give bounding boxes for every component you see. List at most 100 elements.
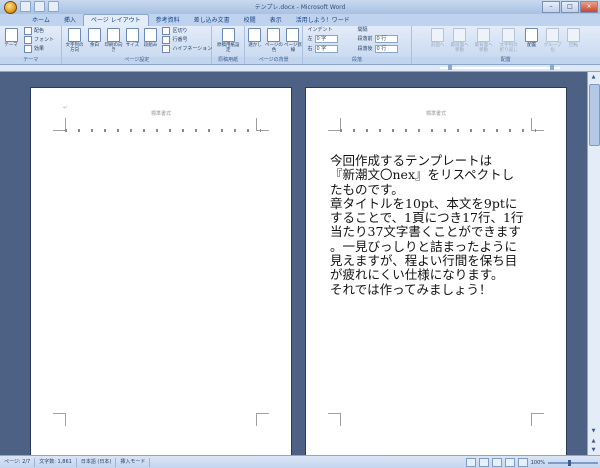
status-insert-mode[interactable]: 挿入モード [116,457,151,467]
bring-forward-button[interactable]: 最前面へ移動 [450,28,470,53]
scroll-down-icon[interactable]: ▼ [589,427,598,435]
orientation-label: 印刷の向き [104,43,123,53]
next-page-icon[interactable]: ▼ [589,446,598,454]
vertical-scrollbar[interactable]: ▲ ▼ ▲ ▼ [587,72,600,455]
tab-mailings[interactable]: 差し込み文書 [187,15,237,26]
page-color-icon [267,28,281,42]
line-numbers-button[interactable]: 行番号 [162,36,188,44]
rotate-label: 回転 [569,43,579,48]
close-button[interactable]: × [580,1,598,13]
web-layout-view-icon[interactable] [491,458,502,467]
bring-forward-label: 最前面へ移動 [450,43,469,53]
page-color-label: ページの色 [265,43,283,53]
breaks-button[interactable]: 区切り [162,27,188,35]
horizontal-ruler[interactable] [0,65,600,72]
bring-front-icon [431,28,445,42]
page-borders-icon [286,28,300,42]
scroll-up-icon[interactable]: ▲ [589,73,598,81]
watermark-button[interactable]: 透かし [247,28,263,48]
zoom-slider[interactable] [548,459,598,466]
group-label-background: ページの背景 [244,57,303,64]
size-button[interactable]: サイズ [124,28,140,48]
wrap-text-button[interactable]: 文字列の折り返し [498,28,520,53]
margins-label: 余白 [89,43,99,48]
scrollbar-thumb[interactable] [589,84,600,146]
margins-button[interactable]: 余白 [86,28,102,48]
fonts-button[interactable]: フォント [24,36,54,44]
tab-addin[interactable]: 活用しよう！ワード [289,15,357,26]
minimize-button[interactable]: – [542,1,560,13]
ruler-left-indent-marker[interactable] [448,65,452,70]
theme-button-label: テーマ [4,43,18,48]
hyphenation-button[interactable]: ハイフネーション [162,45,212,53]
spacing-after-spinner[interactable]: 0 行 [374,45,398,53]
page-left[interactable]: ↵ 標準書式 [30,87,292,457]
window-title: テンプレ.docx - Microsoft Word [254,4,346,11]
indent-right-row: 右 0 字 [307,45,338,53]
tab-insert[interactable]: 挿入 [57,15,83,26]
text-direction-button[interactable]: 文字列の方向 [64,28,84,53]
status-language[interactable]: 日本語 (日本) [77,457,117,467]
status-word-count[interactable]: 文字数: 1,861 [35,457,77,467]
spacing-title: 間隔 [357,27,368,33]
grid-marks-row [340,129,536,132]
wrap-text-label: 文字列の折り返し [499,43,518,53]
tab-view[interactable]: 表示 [263,15,289,26]
breaks-icon [162,27,171,35]
columns-icon [143,28,157,42]
colors-icon [24,27,32,35]
effects-button[interactable]: 効果 [24,45,44,53]
status-bar: ページ: 2/7 文字数: 1,861 日本語 (日本) 挿入モード 100% [0,455,600,468]
text-direction-label: 文字列の方向 [65,43,84,53]
group-objects-button[interactable]: グループ化 [544,28,562,53]
group-background: 透かし ページの色 ページ罫線 ページの背景 [244,26,304,64]
crop-mark-bottom-left [328,413,341,426]
group-paragraph: インデント 左 0 字 右 0 字 間隔 段落前 0 行 段落後 0 行 段落 [303,26,412,64]
tab-home[interactable]: ホーム [25,15,57,26]
crop-mark-bottom-right [531,413,544,426]
indent-right-spinner[interactable]: 0 字 [314,45,338,53]
spacing-before-label: 段落前 [357,36,373,42]
draft-view-icon[interactable] [517,458,528,467]
full-screen-view-icon[interactable] [478,458,489,467]
page-right[interactable]: 標準書式 今回作成するテンプレートは 『新潮文〇nex』をリスペクトし たもので… [305,87,567,457]
spacing-before-row: 段落前 0 行 [357,35,398,43]
print-layout-view-icon[interactable] [465,458,476,467]
colors-button[interactable]: 配色 [24,27,44,35]
zoom-level[interactable]: 100% [531,460,545,466]
maximize-button[interactable]: □ [561,1,579,13]
grid-marks-row [65,129,261,132]
align-icon [525,28,539,42]
indent-left-row: 左 0 字 [307,35,338,43]
page-header-text: 標準書式 [150,111,171,117]
page-borders-button[interactable]: ページ罫線 [284,28,302,53]
group-objects-label: グループ化 [543,43,562,53]
tab-references[interactable]: 参考資料 [149,15,187,26]
ruler-right-indent-marker[interactable] [550,65,554,70]
genko-button[interactable]: 原稿用紙設定 [216,28,240,53]
columns-button[interactable]: 段組み [142,28,158,48]
hyphenation-label: ハイフネーション [172,46,213,52]
ribbon: テーマ 配色 フォント 効果 テーマ 文字列の方向 余白 印刷の向き サイズ 段… [0,26,600,65]
align-button[interactable]: 配置 [524,28,540,48]
orientation-button[interactable]: 印刷の向き [104,28,122,53]
prev-page-icon[interactable]: ▲ [589,437,598,445]
status-page[interactable]: ページ: 2/7 [0,457,36,467]
line-numbers-label: 行番号 [172,37,188,43]
page-color-button[interactable]: ページの色 [265,28,283,53]
theme-button[interactable]: テーマ [3,28,19,48]
rotate-button[interactable]: 回転 [566,28,582,48]
spacing-before-spinner[interactable]: 0 行 [374,35,398,43]
fonts-label: フォント [34,37,55,43]
document-body-text[interactable]: 今回作成するテンプレートは 『新潮文〇nex』をリスペクトし たものです。 章タ… [330,153,545,297]
bring-front-button[interactable]: 前面へ [430,28,446,48]
crop-mark-bottom-right [256,413,269,426]
outline-view-icon[interactable] [504,458,515,467]
tab-review[interactable]: 校閲 [237,15,263,26]
tab-page-layout[interactable]: ページ レイアウト [82,14,149,26]
group-theme: テーマ 配色 フォント 効果 テーマ [0,26,63,64]
indent-left-spinner[interactable]: 0 字 [314,35,338,43]
zoom-slider-knob[interactable] [568,459,571,466]
effects-label: 効果 [34,46,45,52]
send-backward-button[interactable]: 最背面へ移動 [474,28,494,53]
